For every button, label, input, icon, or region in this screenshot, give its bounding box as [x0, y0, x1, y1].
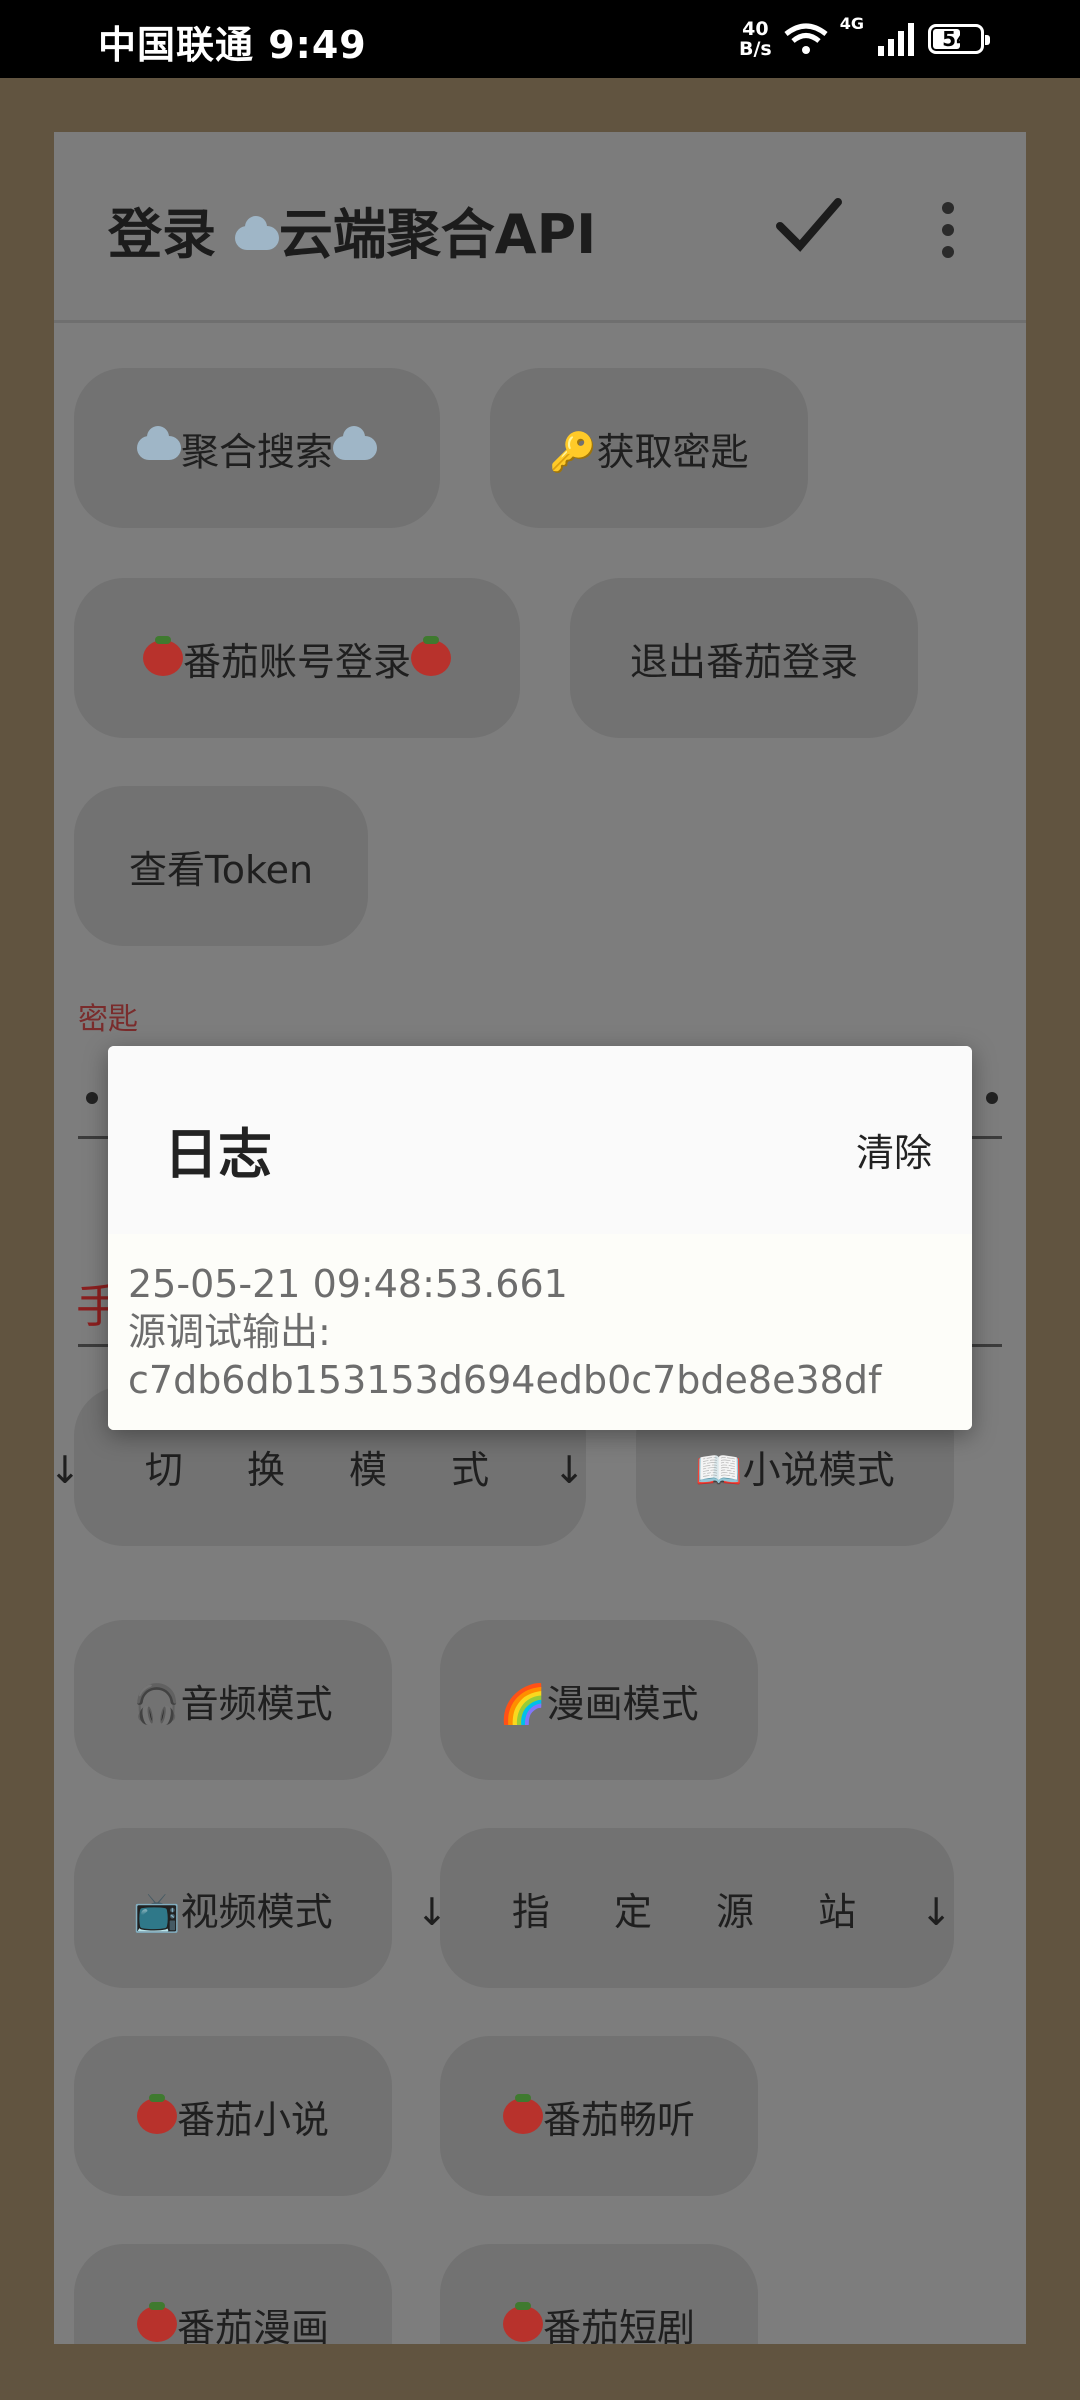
speed-value: 40 — [742, 18, 769, 40]
aggregate-search-label: 聚合搜索 — [180, 429, 333, 474]
fanqie-novel-button[interactable]: 番茄小说 — [74, 2036, 392, 2196]
wifi-icon — [784, 23, 828, 54]
comic-mode-button[interactable]: 🌈漫画模式 — [440, 1620, 758, 1780]
key-field-label: 密匙 — [78, 1002, 138, 1037]
fanqie-comic-button[interactable]: 番茄漫画 — [74, 2244, 392, 2344]
title-prefix: 登录 — [108, 203, 235, 266]
app-bar: 登录 云端聚合API — [54, 132, 1026, 323]
carrier-time: 中国联通 9:49 — [98, 23, 367, 67]
log-dialog: 日志 清除 25-05-21 09:48:53.661 源调试输出: c7db6… — [108, 1046, 972, 1430]
tomato-icon — [502, 2094, 543, 2134]
page-title: 登录 云端聚合API — [108, 190, 596, 269]
check-icon[interactable] — [774, 194, 844, 254]
log-line: c7db6db153153d694edb0c7bde8e38df — [128, 1358, 882, 1402]
fanqie-logout-button[interactable]: 退出番茄登录 — [570, 578, 918, 738]
fanqie-listen-label: 番茄畅听 — [542, 2097, 695, 2142]
cloud-icon — [333, 426, 377, 460]
log-line: 源调试输出: — [128, 1310, 331, 1354]
signal-icon — [878, 23, 914, 56]
log-body: 25-05-21 09:48:53.661 源调试输出: c7db6db1531… — [108, 1234, 972, 1430]
fanqie-comic-label: 番茄漫画 — [176, 2305, 329, 2345]
log-line: 25-05-21 09:48:53.661 — [128, 1262, 568, 1306]
fanqie-login-button[interactable]: 番茄账号登录 — [74, 578, 520, 738]
fanqie-login-label: 番茄账号登录 — [182, 639, 411, 684]
tomato-icon — [136, 2094, 177, 2134]
fanqie-listen-button[interactable]: 番茄畅听 — [440, 2036, 758, 2196]
network-speed: 40 B/s — [739, 19, 772, 59]
get-key-button[interactable]: 🔑获取密匙 — [490, 368, 808, 528]
tomato-icon — [502, 2302, 543, 2342]
aggregate-search-button[interactable]: 聚合搜索 — [74, 368, 440, 528]
status-icons: 40 B/s 4G 54 — [739, 14, 990, 64]
battery-level: 54 — [942, 27, 970, 51]
cloud-icon — [136, 426, 181, 460]
fanqie-drama-button[interactable]: 番茄短剧 — [440, 2244, 758, 2344]
cloud-icon — [234, 216, 279, 251]
fanqie-novel-label: 番茄小说 — [176, 2097, 329, 2142]
log-text: 25-05-21 09:48:53.661 源调试输出: c7db6db1531… — [128, 1260, 881, 1404]
tomato-icon — [136, 2302, 177, 2342]
fanqie-drama-label: 番茄短剧 — [542, 2305, 695, 2345]
speed-unit: B/s — [739, 38, 772, 60]
tomato-icon — [142, 636, 183, 676]
clear-button[interactable]: 清除 — [856, 1122, 932, 1177]
dialog-title: 日志 — [164, 1123, 272, 1186]
audio-mode-button[interactable]: 🎧音频模式 — [74, 1620, 392, 1780]
tomato-icon — [411, 636, 451, 676]
key-mask-dot — [86, 1092, 98, 1104]
battery-icon: 54 — [928, 24, 990, 54]
key-mask-dot — [986, 1092, 998, 1104]
title-suffix: 云端聚合API — [278, 203, 597, 266]
video-mode-button[interactable]: 📺视频模式 — [74, 1828, 392, 1988]
view-token-button[interactable]: 查看Token — [74, 786, 368, 946]
status-bar: 中国联通 9:49 40 B/s 4G 54 — [0, 0, 1080, 78]
dialog-header: 日志 清除 — [108, 1046, 972, 1234]
network-type: 4G — [839, 14, 864, 33]
more-vertical-icon[interactable] — [928, 196, 968, 266]
specify-source-button[interactable]: ↓ 指 定 源 站 ↓ — [416, 1828, 954, 1988]
